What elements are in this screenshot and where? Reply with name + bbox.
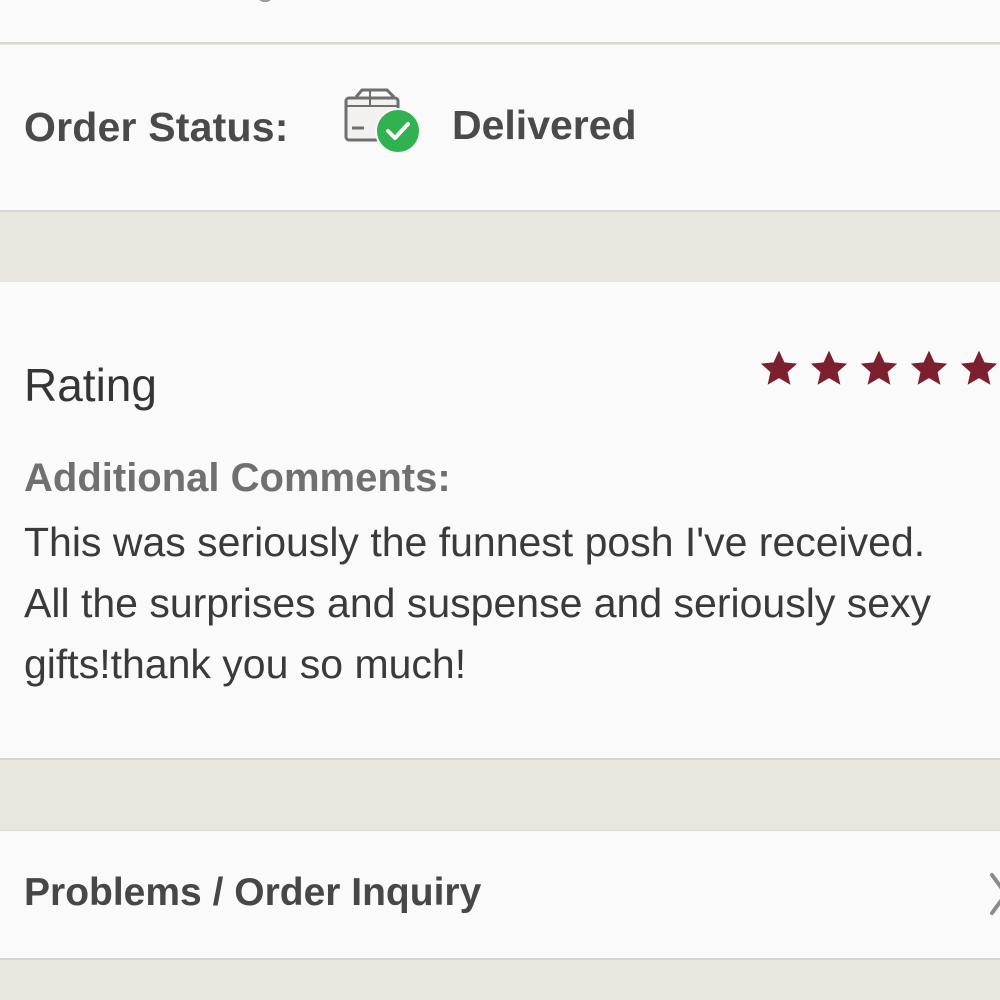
problems-order-inquiry-row[interactable]: Problems / Order Inquiry	[0, 830, 1000, 960]
cut-off-text-fragment	[258, 0, 272, 2]
additional-comments-label: Additional Comments:	[24, 456, 451, 500]
star-icon	[810, 350, 848, 385]
order-status-value: Delivered	[452, 102, 637, 148]
rating-card: Rating Additional Comments: This was ser…	[0, 282, 1000, 760]
package-delivered-icon	[342, 86, 424, 158]
star-icon	[760, 350, 798, 385]
star-icon	[960, 350, 998, 385]
order-status-label: Order Status:	[24, 104, 289, 150]
problems-order-inquiry-label: Problems / Order Inquiry	[24, 871, 482, 914]
rating-title: Rating	[24, 359, 157, 411]
star-icon	[910, 350, 948, 385]
additional-comments-text: This was seriously the funnest posh I've…	[24, 519, 932, 687]
star-rating	[758, 348, 1000, 392]
star-icon	[860, 350, 898, 385]
previous-section-strip	[0, 0, 1000, 44]
order-status-card: Order Status: Delivered	[0, 45, 1000, 212]
chevron-right-icon	[988, 869, 1000, 919]
